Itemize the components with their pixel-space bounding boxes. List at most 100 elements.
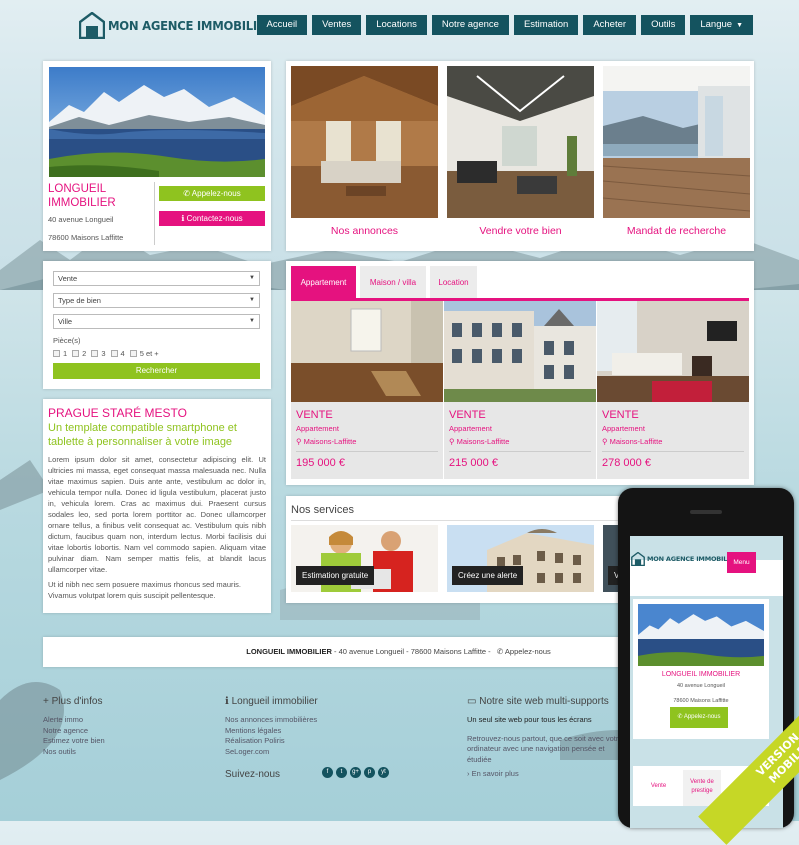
living-room-chalet-photo (291, 66, 438, 218)
address-bar-rest: - 40 avenue Longueil - 78600 Maisons Laf… (331, 647, 491, 656)
listing-subtype: Appartement (449, 424, 492, 433)
nav-acheter[interactable]: Acheter (583, 15, 637, 35)
category-label: Mandat de recherche (626, 225, 727, 237)
service-caption: Estimation gratuite (296, 566, 375, 585)
address-bar-name: LONGUEIL IMMOBILIER (246, 647, 332, 656)
phone-tab-vente[interactable]: Vente (636, 766, 681, 806)
google-plus-icon[interactable]: g+ (350, 767, 361, 778)
youtube-icon[interactable]: yt (378, 767, 389, 778)
listing-price: 215 000 € (449, 457, 498, 469)
listing-card[interactable]: VENTE Appartement ⚲ Maisons-Laffitte 195… (291, 301, 443, 479)
listing-type: VENTE (602, 409, 639, 421)
footer-col-title: + Plus d'infos (43, 696, 103, 707)
transaction-select[interactable]: Vente ▼ (53, 271, 260, 286)
site-header: MON AGENCE IMMOBILIÈRE Accueil Ventes Lo… (0, 0, 799, 55)
footer-link[interactable]: SeLoger.com (225, 747, 318, 758)
nav-ventes[interactable]: Ventes (312, 15, 362, 35)
search-button[interactable]: Rechercher (53, 363, 260, 379)
intro-article: PRAGUE STARÉ MESTO Un template compatibl… (43, 399, 271, 613)
phone-call-button[interactable]: ✆ Appelez-nous (670, 707, 728, 728)
nav-locations[interactable]: Locations (366, 15, 427, 35)
footer-col-title: ▭ Notre site web multi-supports (467, 696, 609, 707)
tab-maison-villa[interactable]: Maison / villa (360, 266, 426, 299)
footer-link[interactable]: Notre agence (43, 726, 105, 737)
nav-langue-label: Langue (700, 19, 733, 30)
listing-price: 278 000 € (602, 457, 651, 469)
phone-agency-name: LONGUEIL IMMOBILIER (661, 671, 741, 678)
monitor-icon: ▭ (467, 696, 480, 707)
footer-lead: Un seul site web pour tous les écrans (467, 715, 592, 724)
search-form: Vente ▼ Type de bien ▼ Ville ▼ Pièce(s) 1 2… (43, 261, 271, 389)
agency-divider (154, 182, 155, 245)
phone-icon: ✆ (183, 189, 192, 198)
property-type-select-value: Type de bien (58, 296, 101, 305)
phone-agency-street: 40 avenue Longueil (676, 683, 725, 689)
footer-link[interactable]: Mentions légales (225, 726, 318, 737)
nav-notre-agence[interactable]: Notre agence (431, 15, 509, 35)
facebook-icon[interactable]: f (322, 767, 333, 778)
house-logo-icon (79, 12, 105, 39)
category-nos-annonces[interactable]: Nos annonces (291, 66, 438, 237)
rooms-checkboxes: 1 2 3 4 5 et + (53, 349, 159, 358)
rooms-checkbox-1[interactable]: 1 (53, 349, 67, 358)
rooms-checkbox-2[interactable]: 2 (72, 349, 86, 358)
footer-more-link[interactable]: › En savoir plus (467, 769, 627, 780)
property-type-select[interactable]: Type de bien ▼ (53, 293, 260, 308)
address-bar-call[interactable]: ✆ Appelez-nous (493, 647, 551, 656)
pinterest-icon[interactable]: p (364, 767, 375, 778)
category-label: Vendre votre bien (479, 225, 562, 237)
city-select[interactable]: Ville ▼ (53, 314, 260, 329)
follow-us-label: Suivez-nous (225, 769, 281, 780)
listing-card[interactable]: VENTE Appartement ⚲ Maisons-Laffitte 215… (444, 301, 596, 479)
tab-appartement[interactable]: Appartement (291, 266, 356, 299)
listing-divider (449, 451, 591, 452)
rooms-checkbox-5plus[interactable]: 5 et + (129, 349, 159, 358)
nav-langue[interactable]: Langue ▼ (690, 15, 753, 35)
nav-outils[interactable]: Outils (641, 15, 686, 35)
phone-speaker (690, 510, 722, 514)
map-pin-icon: ⚲ (296, 437, 304, 446)
map-pin-icon: ⚲ (449, 437, 457, 446)
listing-location: ⚲ Maisons-Laffitte (602, 437, 663, 446)
footer-link[interactable]: Nos outils (43, 747, 105, 758)
living-room-photo (597, 301, 749, 402)
select-arrow-icon: ▼ (249, 318, 255, 324)
map-pin-icon: ⚲ (602, 437, 610, 446)
phone-logo[interactable]: MON AGENCE IMMOBILIÈRE (631, 552, 743, 566)
phone-mountain-photo (638, 604, 764, 666)
contact-button[interactable]: ℹ Contactez-nous (159, 211, 265, 226)
empty-room-photo (291, 301, 443, 402)
nav-estimation[interactable]: Estimation (513, 15, 579, 35)
footer-col-infos: + Plus d'infos Alerte immo Notre agence … (43, 696, 105, 757)
listings-panel: Appartement Maison / villa Location VENT… (286, 261, 754, 485)
listing-subtype: Appartement (602, 424, 645, 433)
contact-button-label: Contactez-nous (186, 214, 243, 223)
listing-location: ⚲ Maisons-Laffitte (296, 437, 357, 446)
transaction-select-value: Vente (58, 274, 78, 283)
footer-link[interactable]: Nos annonces immobilières (225, 715, 318, 726)
rooms-checkbox-3[interactable]: 3 (91, 349, 106, 358)
footer-link[interactable]: Réalisation Poliris (225, 736, 318, 747)
listing-location: ⚲ Maisons-Laffitte (449, 437, 510, 446)
services-title: Nos services (291, 504, 354, 516)
tab-location[interactable]: Location (430, 266, 477, 299)
category-mandat-de-recherche[interactable]: Mandat de recherche (603, 66, 750, 237)
service-estimation[interactable]: Estimation gratuite (291, 525, 438, 592)
nav-accueil[interactable]: Accueil (256, 15, 308, 35)
listing-card[interactable]: VENTE Appartement ⚲ Maisons-Laffitte 278… (597, 301, 749, 479)
service-caption: Créez une alerte (452, 566, 524, 585)
rooms-checkbox-4[interactable]: 4 (110, 349, 125, 358)
footer-link[interactable]: Alerte immo (43, 715, 105, 726)
phone-menu-button[interactable]: Menu (727, 552, 756, 573)
category-vendre-votre-bien[interactable]: Vendre votre bien (447, 66, 594, 237)
twitter-icon[interactable]: t (336, 767, 347, 778)
listing-price: 195 000 € (296, 457, 345, 469)
footer-link[interactable]: Estimez votre bien (43, 736, 105, 747)
social-links: f t g+ p yt (322, 767, 389, 778)
agency-card: LONGUEIL IMMOBILIER 40 avenue Longueil 7… (43, 61, 271, 251)
article-body-secondary: Ut id nibh nec sem posuere maximus rhonc… (48, 580, 242, 600)
listing-subtype: Appartement (296, 424, 339, 433)
service-alerte[interactable]: Créez une alerte (447, 525, 594, 592)
agency-mountain-photo (49, 67, 265, 177)
call-button[interactable]: ✆ Appelez-nous (159, 186, 265, 201)
